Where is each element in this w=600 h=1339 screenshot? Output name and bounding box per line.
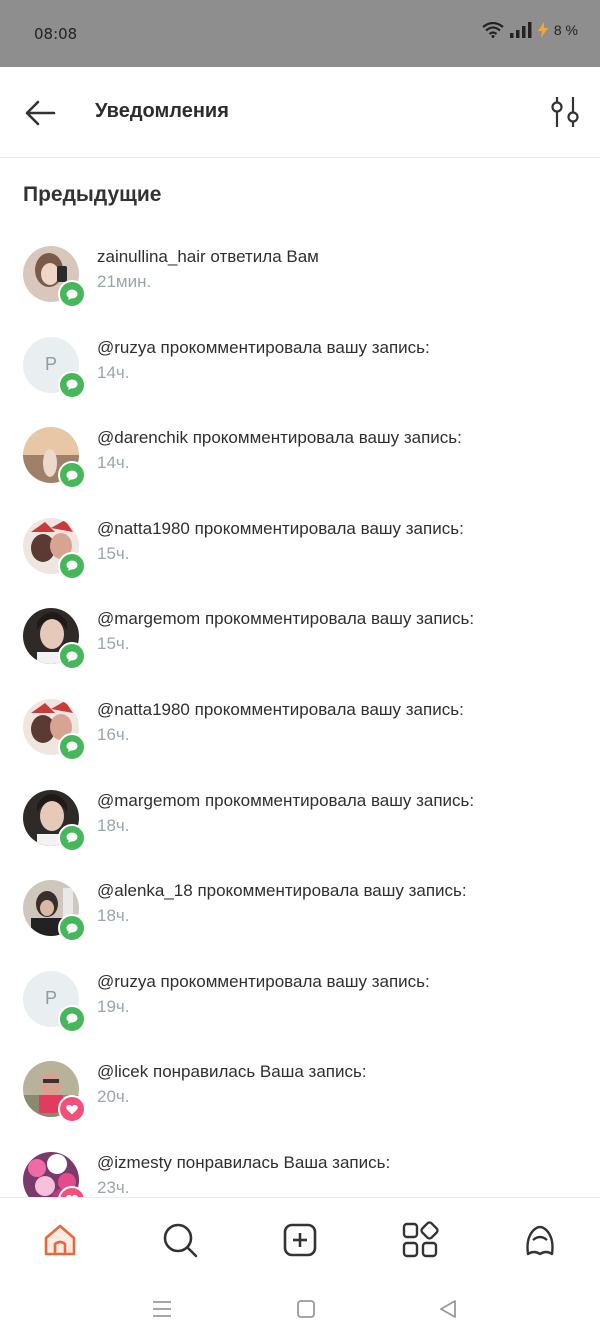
notification-time: 14ч. [97,453,130,473]
notification-item[interactable]: Р @ruzya прокомментировала вашу запись: … [0,965,600,1056]
search-icon[interactable] [160,1220,200,1260]
notification-time: 15ч. [97,634,130,654]
notification-text: @natta1980 прокомментировала вашу запись… [97,518,464,538]
notification-time: 21мин. [97,272,152,291]
comment-badge-icon [58,914,86,943]
filter-settings-icon[interactable] [548,95,582,129]
notification-item[interactable]: @alenka_18 прокомментировала вашу запись… [0,874,600,965]
notification-text: @alenka_18 прокомментировала вашу запись… [97,881,467,901]
notification-item[interactable]: @natta1980 прокомментировала вашу запись… [0,512,600,603]
battery-level: 8 % [553,22,578,38]
notification-text: @izmesty понравилась Ваша запись: [97,1152,391,1172]
comment-badge-icon [58,551,86,580]
home-button-icon[interactable] [294,1297,318,1321]
back-button-icon[interactable] [436,1297,460,1321]
avatar-letter: Р [44,988,57,1009]
signal-icon [509,22,532,38]
avatar-letter: Р [44,354,57,375]
notification-text: @licek понравилась Ваша запись: [97,1062,367,1082]
notification-item[interactable]: @izmesty понравилась Ваша запись: 23ч. [0,1146,600,1197]
comment-badge-icon [58,280,86,308]
notification-text: @ruzya прокомментировала вашу запись: [97,971,430,991]
notifications-list: zainullina_hair ответила Вам 21мин. Р @r… [0,240,600,1197]
status-icons: 8 % [482,22,578,38]
notification-item[interactable]: @darenchik прокомментировала вашу запись… [0,421,600,512]
notification-item[interactable]: @margemom прокомментировала вашу запись:… [0,602,600,693]
notification-time: 16ч. [97,724,130,744]
profile-icon[interactable] [520,1220,560,1260]
heart-badge-icon [58,1095,86,1124]
notification-text: @natta1980 прокомментировала вашу запись… [97,699,464,719]
app-header: Уведомления [0,67,600,158]
comment-badge-icon [58,370,86,399]
comment-badge-icon [58,732,86,761]
bottom-navigation [0,1197,600,1280]
section-title: Предыдущие [23,183,162,206]
catalog-icon[interactable] [400,1220,440,1260]
back-arrow-icon[interactable] [22,95,58,131]
notification-time: 18ч. [97,906,130,926]
notification-time: 19ч. [97,996,130,1016]
notification-item[interactable]: @natta1980 прокомментировала вашу запись… [0,693,600,784]
notification-item[interactable]: Р @ruzya прокомментировала вашу запись: … [0,331,600,422]
comment-badge-icon [58,1004,86,1033]
wifi-icon [482,22,504,38]
comment-badge-icon [58,461,86,490]
comment-badge-icon [58,642,86,671]
notification-item[interactable]: @licek понравилась Ваша запись: 20ч. [0,1055,600,1146]
notification-text: @darenchik прокомментировала вашу запись… [97,428,462,448]
page-title: Уведомления [95,100,229,122]
system-navigation-bar [0,1279,600,1339]
notification-time: 14ч. [97,362,130,382]
notification-text: @margemom прокомментировала вашу запись: [97,609,475,629]
notification-text: zainullina_hair ответила Вам [97,247,319,266]
status-time: 08:08 [34,25,78,43]
notification-text: @margemom прокомментировала вашу запись: [97,790,475,810]
home-icon[interactable] [40,1220,80,1260]
notification-time: 18ч. [97,815,130,835]
charging-icon [537,22,548,38]
notification-time: 23ч. [97,1177,130,1197]
notification-text: @ruzya прокомментировала вашу запись: [97,337,430,357]
notification-time: 20ч. [97,1087,130,1107]
recent-apps-icon[interactable] [150,1297,174,1321]
status-bar: 08:08 8 % [0,0,600,67]
comment-badge-icon [58,823,86,852]
add-post-icon[interactable] [280,1220,320,1260]
notification-time: 15ч. [97,543,130,563]
notification-item[interactable]: @margemom прокомментировала вашу запись:… [0,784,600,875]
notification-item[interactable]: zainullina_hair ответила Вам 21мин. [0,240,600,331]
